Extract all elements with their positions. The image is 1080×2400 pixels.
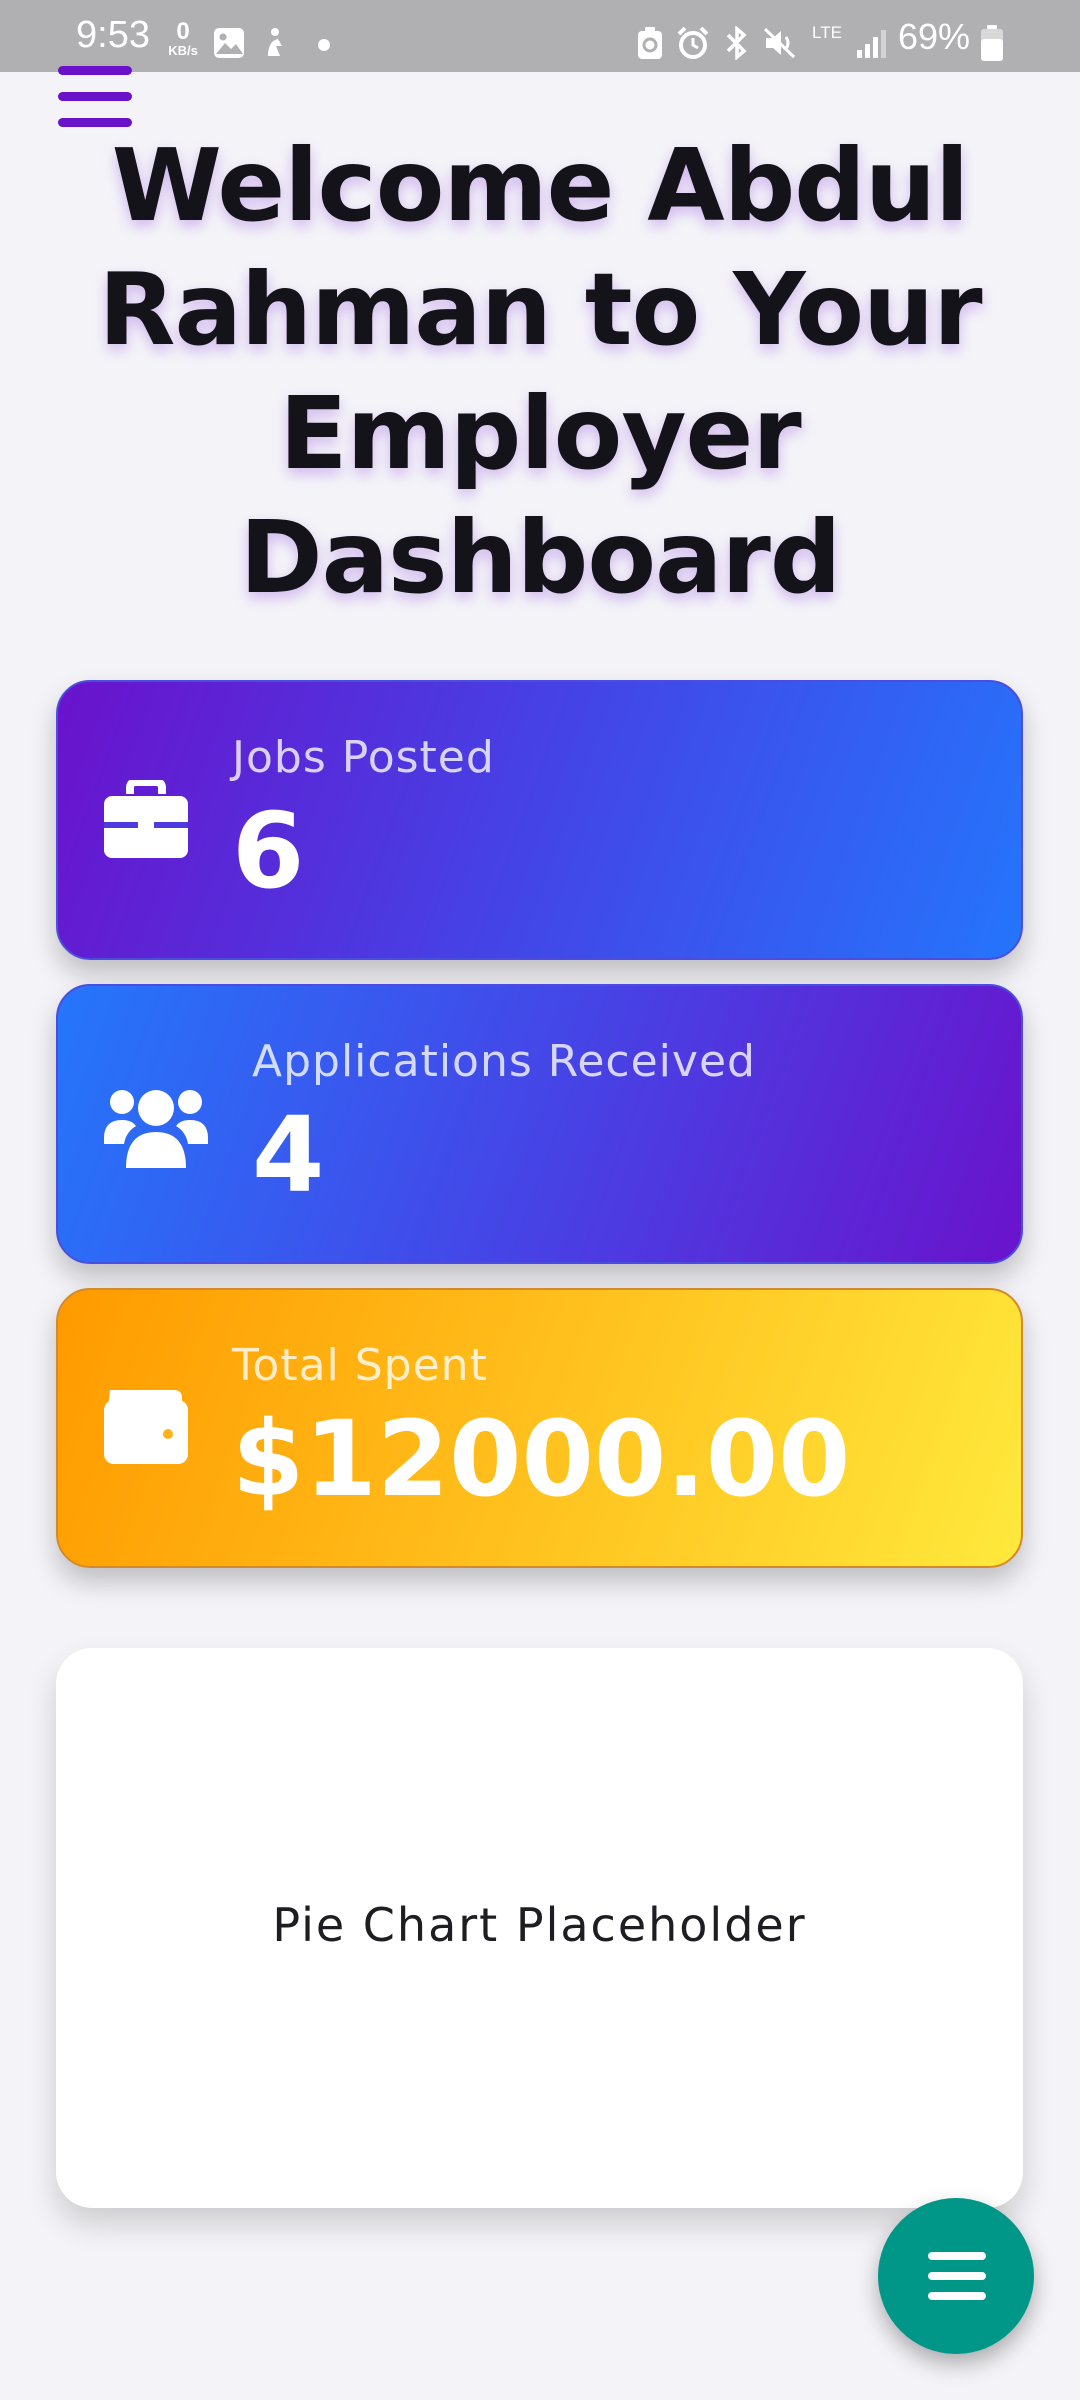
more-notifications-dot [318,39,330,51]
status-time: 9:53 [76,14,150,56]
wallet-icon [104,1390,188,1464]
menu-line [58,92,132,101]
status-bar: 9:53 0 KB/s LTE 69% [0,0,1080,72]
accessibility-notification-icon [268,28,282,56]
lte-label: LTE [812,23,842,42]
hamburger-menu-icon[interactable] [58,64,134,130]
stat-label: Jobs Posted [232,732,495,783]
gallery-notification-icon [214,28,244,58]
menu-icon-line [928,2252,986,2260]
stat-card-applications-received: Applications Received 4 [56,984,1023,1264]
stat-card-total-spent: Total Spent $12000.00 [56,1288,1023,1568]
stat-label: Applications Received [252,1036,756,1087]
battery-icon [981,25,1003,61]
bluetooth-icon [726,26,747,60]
menu-icon-line [928,2272,986,2280]
stat-value: 4 [252,1094,325,1216]
battery-percent: 69% [898,16,971,57]
alarm-icon [677,26,709,59]
menu-icon-line [928,2292,986,2300]
pie-chart-placeholder: Pie Chart Placeholder [272,1898,807,1952]
briefcase-icon [104,780,188,858]
network-speed-unit: KB/s [168,43,198,58]
stat-card-jobs-posted: Jobs Posted 6 [56,680,1023,960]
users-icon [104,1090,208,1168]
pie-chart-panel: Pie Chart Placeholder [56,1648,1023,2208]
mute-icon [763,27,796,59]
signal-strength-icon [857,30,886,58]
stat-label: Total Spent [232,1340,488,1391]
battery-saver-icon [638,27,662,59]
page-title: Welcome Abdul Rahman to Your Employer Da… [98,127,982,616]
lte-icon: LTE [810,24,844,41]
fab-menu-button[interactable] [878,2198,1034,2354]
stat-value: 6 [232,790,305,912]
stat-value: $12000.00 [232,1398,851,1520]
menu-line [58,66,132,75]
network-speed-value: 0 [176,18,190,45]
network-speed: 0 KB/s [160,18,206,58]
